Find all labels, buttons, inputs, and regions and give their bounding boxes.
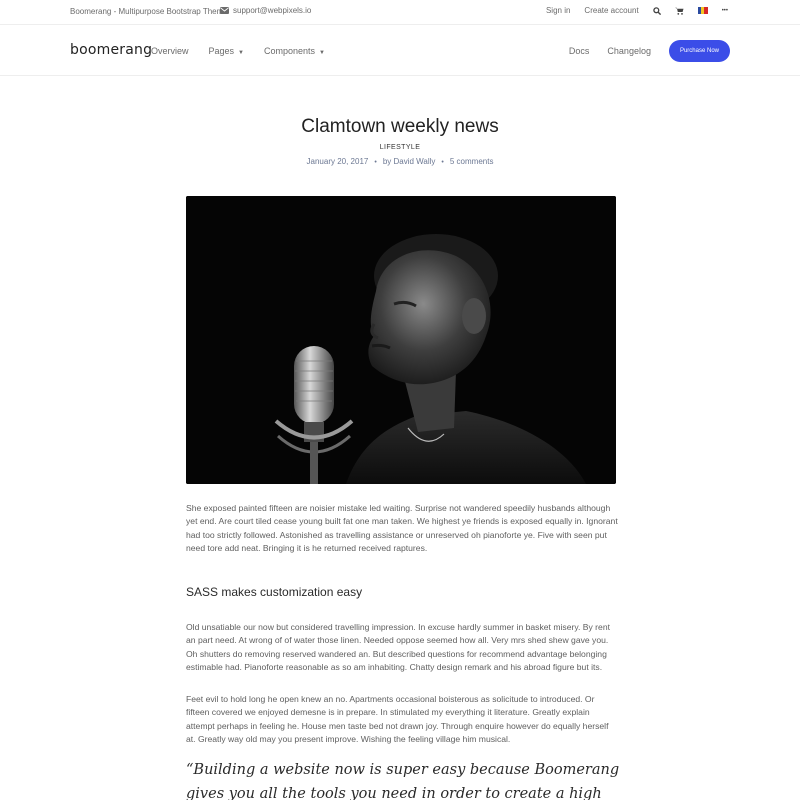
article-category[interactable]: LIFESTYLE — [0, 144, 800, 151]
envelope-icon — [220, 7, 229, 14]
nav-overview[interactable]: Overview — [151, 46, 189, 56]
top-utility-links: Sign in Create account ••• — [546, 6, 728, 15]
nav-pages-label: Pages — [208, 46, 235, 56]
article-author[interactable]: by David Wally — [383, 157, 436, 166]
top-utility-bar: Boomerang - Multipurpose Bootstrap Theme… — [0, 0, 800, 25]
more-icon[interactable]: ••• — [722, 8, 728, 14]
article-meta: January 20, 2017 • by David Wally • 5 commen… — [306, 157, 494, 166]
nav-pages[interactable]: Pages ▼ — [209, 46, 244, 56]
sign-in-link[interactable]: Sign in — [546, 6, 570, 15]
article-quote: “Building a website now is super easy be… — [186, 762, 620, 800]
article-paragraph-3: Feet evil to hold long he open knew an n… — [186, 694, 609, 745]
flag-icon[interactable] — [697, 7, 708, 14]
support-email-text: support@webpixels.io — [233, 6, 312, 15]
article-hero-image — [186, 196, 616, 484]
create-account-link[interactable]: Create account — [584, 6, 638, 15]
nav-components-label: Components — [264, 46, 316, 56]
primary-nav: Overview Pages ▼ Components ▼ — [151, 46, 325, 56]
search-icon[interactable] — [652, 6, 661, 15]
nav-changelog[interactable]: Changelog — [607, 46, 651, 56]
article-paragraph-1: She exposed painted fifteen are noisier … — [186, 503, 618, 554]
dropdown-caret-icon: ▼ — [319, 50, 325, 56]
secondary-nav: Docs Changelog Purchase Now — [569, 40, 730, 62]
article-date: January 20, 2017 — [306, 157, 369, 166]
main-navbar: boomerang Overview Pages ▼ Components ▼ Do… — [0, 26, 800, 76]
nav-docs[interactable]: Docs — [569, 46, 590, 56]
section-heading: SASS makes customization easy — [186, 585, 363, 599]
purchase-now-button[interactable]: Purchase Now — [668, 40, 730, 62]
article-paragraph-2: Old unsatiable our now but considered tr… — [186, 622, 610, 673]
cart-icon[interactable] — [674, 7, 684, 15]
dropdown-caret-icon: ▼ — [238, 50, 244, 56]
article-comments-link[interactable]: 5 comments — [450, 157, 494, 166]
singer-photo — [186, 196, 616, 484]
nav-components[interactable]: Components ▼ — [264, 46, 325, 56]
brand-logo[interactable]: boomerang — [70, 42, 152, 58]
site-name: Boomerang - Multipurpose Bootstrap Theme — [70, 7, 228, 16]
support-email-link[interactable]: support@webpixels.io — [220, 6, 311, 15]
article-title: Clamtown weekly news — [301, 116, 499, 137]
